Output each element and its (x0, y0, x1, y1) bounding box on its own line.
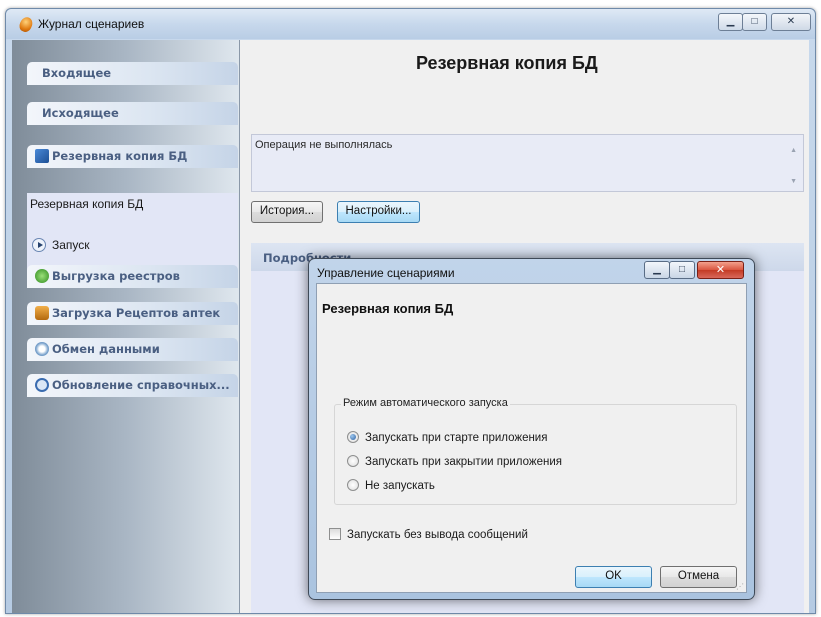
minimize-button[interactable]: ▁ (718, 13, 743, 31)
cancel-button[interactable]: Отмена (660, 566, 737, 588)
radio-checked-icon[interactable] (347, 431, 359, 443)
backup-link[interactable]: Резервная копия БД (30, 197, 143, 211)
status-text: Операция не выполнялась (255, 139, 393, 151)
dialog-title: Управление сценариями (317, 266, 455, 280)
radio-label: Не запускать (365, 480, 435, 492)
sidebar-item-outgoing[interactable]: Исходящее (27, 102, 238, 125)
radio-label: Запускать при закрытии приложения (365, 456, 562, 468)
dialog-heading: Резервная копия БД (322, 301, 454, 316)
settings-button[interactable]: Настройки... (337, 201, 420, 223)
sidebar-item-import-label: Загрузка Рецептов аптек (52, 306, 221, 320)
radio-unchecked-icon[interactable] (347, 479, 359, 491)
sidebar-item-backup[interactable]: Резервная копия БД (27, 145, 238, 168)
silent-label: Запускать без вывода сообщений (347, 529, 528, 541)
database-icon (35, 149, 49, 163)
dialog-close-button[interactable]: ✕ (697, 261, 744, 279)
group-legend: Режим автоматического запуска (341, 397, 510, 409)
dialog-maximize-button[interactable]: □ (669, 261, 695, 279)
sidebar: Входящее Исходящее Резервная копия БД Ре… (12, 40, 240, 613)
title-bar[interactable]: Журнал сценариев ▁ □ ✕ (6, 9, 815, 39)
radio-unchecked-icon[interactable] (347, 455, 359, 467)
import-icon (35, 306, 49, 320)
sidebar-backup-panel: Резервная копия БД Запуск (27, 193, 238, 271)
scroll-down-arrow-icon[interactable]: ▼ (790, 178, 797, 185)
radio-option-startup[interactable]: Запускать при старте приложения (347, 431, 547, 444)
sidebar-item-exchange-label: Обмен данными (52, 342, 160, 356)
resize-grip-icon[interactable]: ⋰ (736, 582, 744, 591)
dialog-minimize-button[interactable]: ▁ (644, 261, 670, 279)
sidebar-item-export-label: Выгрузка реестров (52, 269, 180, 283)
silent-checkbox-row[interactable]: Запускать без вывода сообщений (329, 528, 528, 541)
sidebar-item-refresh-label: Обновление справочных... (52, 378, 230, 392)
app-icon (17, 15, 35, 34)
settings-dialog: Управление сценариями ▁ □ ✕ Резервная ко… (308, 258, 755, 600)
export-icon (35, 269, 49, 283)
sidebar-item-exchange[interactable]: Обмен данными (27, 338, 238, 361)
window-title: Журнал сценариев (38, 17, 145, 31)
refresh-icon (35, 378, 49, 392)
ok-button[interactable]: OK (575, 566, 652, 588)
scroll-up-arrow-icon[interactable]: ▲ (790, 147, 797, 154)
play-icon (32, 238, 46, 252)
exchange-icon (35, 342, 49, 356)
sidebar-item-backup-label: Резервная копия БД (52, 149, 188, 163)
status-box: Операция не выполнялась ▲ ▼ (251, 134, 804, 192)
history-button[interactable]: История... (251, 201, 323, 223)
dialog-client: Резервная копия БД Режим автоматического… (316, 283, 747, 593)
autostart-group: Режим автоматического запуска Запускать … (334, 397, 737, 505)
run-label: Запуск (52, 238, 90, 252)
close-button[interactable]: ✕ (771, 13, 811, 31)
sidebar-item-incoming[interactable]: Входящее (27, 62, 238, 85)
page-title: Резервная копия БД (416, 53, 598, 73)
maximize-button[interactable]: □ (742, 13, 767, 31)
sidebar-item-refresh[interactable]: Обновление справочных... (27, 374, 238, 397)
sidebar-item-export[interactable]: Выгрузка реестров (27, 265, 238, 288)
radio-option-close[interactable]: Запускать при закрытии приложения (347, 455, 562, 468)
sidebar-item-import[interactable]: Загрузка Рецептов аптек (27, 302, 238, 325)
radio-option-never[interactable]: Не запускать (347, 479, 435, 492)
run-item[interactable]: Запуск (32, 238, 90, 252)
silent-checkbox[interactable] (329, 528, 341, 540)
radio-label: Запускать при старте приложения (365, 432, 548, 444)
